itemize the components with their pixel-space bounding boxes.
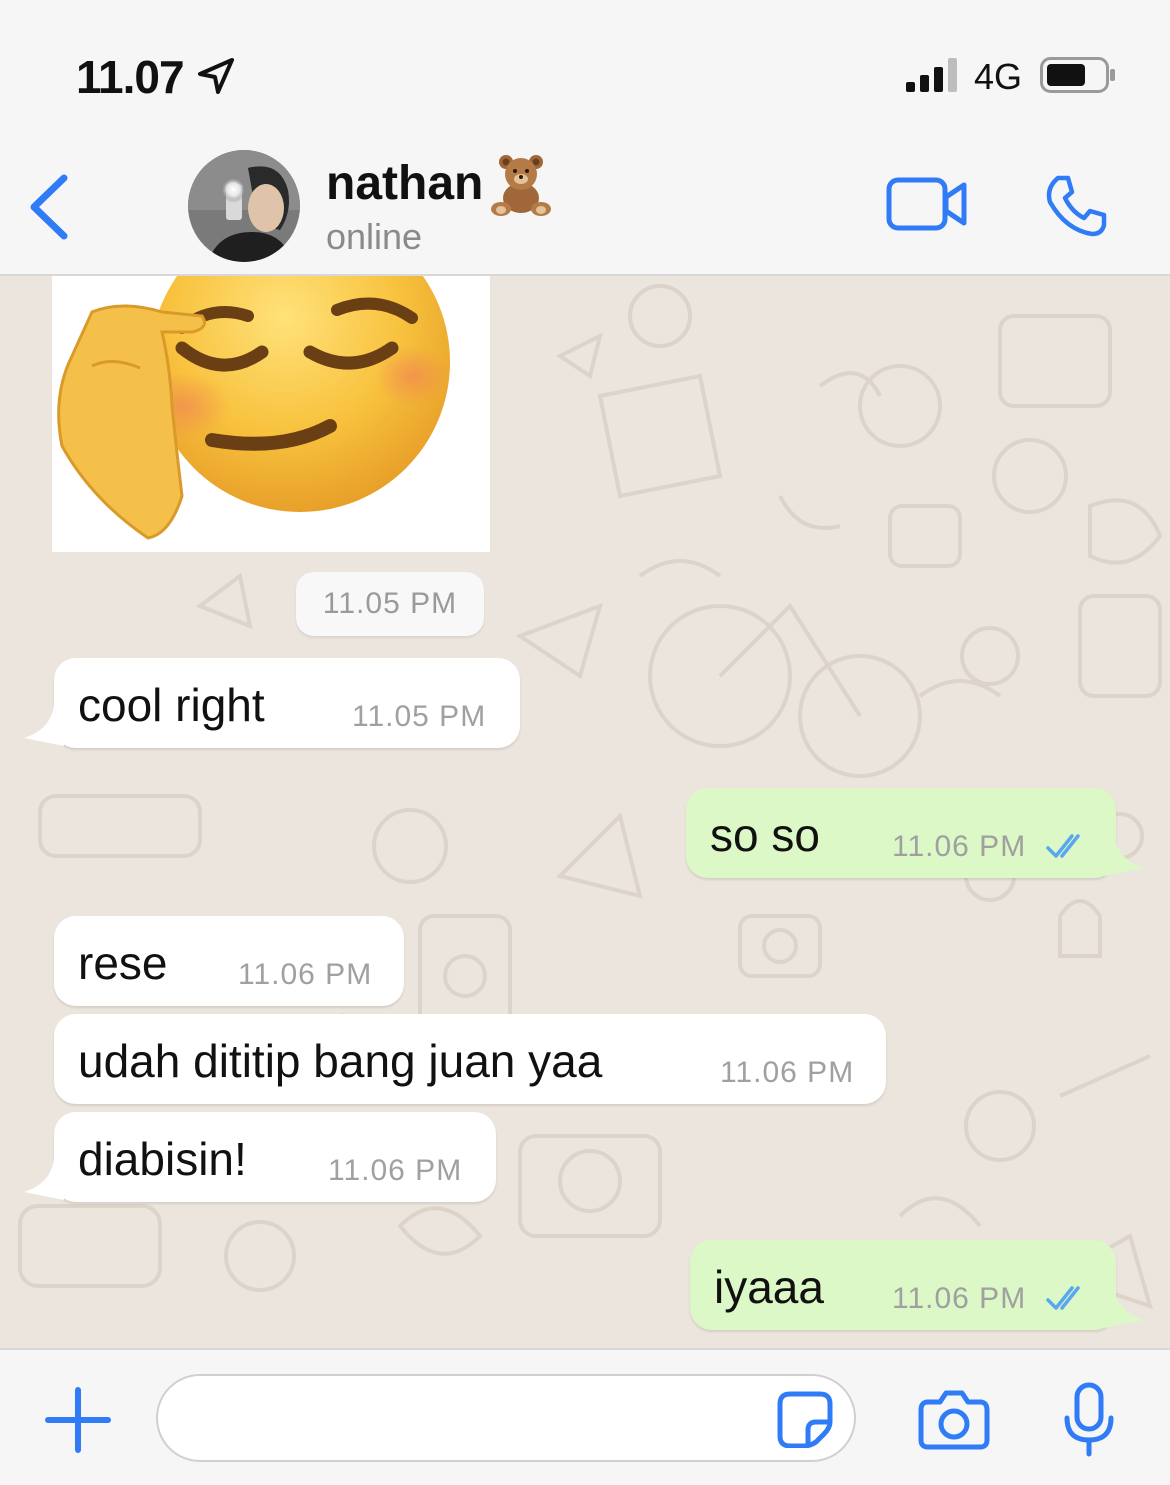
message-timestamp: 11.06 PM <box>238 958 373 991</box>
microphone-icon[interactable] <box>1062 1382 1116 1458</box>
video-call-icon[interactable] <box>886 176 968 232</box>
double-check-read-icon <box>1046 834 1080 858</box>
phone-call-icon[interactable] <box>1044 174 1108 238</box>
teddy-bear-icon <box>491 155 551 216</box>
sticker-icon[interactable] <box>776 1390 834 1448</box>
location-arrow-icon <box>198 58 234 94</box>
double-check-read-icon <box>1046 1286 1080 1310</box>
message-text: rese <box>78 937 168 989</box>
date-separator: 11.05 PM <box>296 572 484 636</box>
message-text: udah dititip bang juan yaa <box>78 1035 603 1087</box>
chat-area[interactable]: 11.05 PM cool right 11.05 PM so so 11.06… <box>0 276 1170 1348</box>
message-timestamp: 11.06 PM <box>892 830 1027 863</box>
message-text: so so <box>710 809 820 861</box>
bubble-tail <box>24 1160 64 1200</box>
bubble-tail <box>1104 836 1144 876</box>
battery-icon <box>1040 57 1115 93</box>
message-timestamp: 11.06 PM <box>892 1282 1027 1315</box>
incoming-message-bubble[interactable]: rese 11.06 PM <box>54 916 404 1006</box>
outgoing-message-bubble[interactable]: iyaaa 11.06 PM <box>690 1240 1116 1330</box>
message-timestamp: 11.06 PM <box>328 1154 463 1187</box>
bubble-tail <box>1104 1288 1144 1328</box>
message-input[interactable] <box>156 1374 856 1462</box>
signal-strength-icon <box>906 58 957 92</box>
network-type: 4G <box>974 56 1023 97</box>
message-timestamp: 11.06 PM <box>720 1056 855 1089</box>
message-text: diabisin! <box>78 1133 247 1185</box>
sticker-image[interactable] <box>52 276 490 552</box>
back-chevron-icon[interactable] <box>26 172 74 242</box>
message-text: iyaaa <box>714 1261 824 1313</box>
status-time: 11.07 <box>76 51 185 103</box>
incoming-message-bubble[interactable]: cool right 11.05 PM <box>54 658 520 748</box>
contact-avatar[interactable] <box>188 150 300 262</box>
contact-name[interactable]: nathan <box>326 156 483 211</box>
relieved-face-emoji <box>57 276 450 540</box>
message-timestamp: 11.05 PM <box>352 700 487 733</box>
message-text: cool right <box>78 679 265 731</box>
camera-icon[interactable] <box>918 1388 990 1450</box>
outgoing-message-bubble[interactable]: so so 11.06 PM <box>686 788 1116 878</box>
message-input-bar <box>0 1348 1170 1485</box>
incoming-message-bubble[interactable]: diabisin! 11.06 PM <box>54 1112 496 1202</box>
status-bar: 11.07 4G <box>0 0 1170 130</box>
bubble-tail <box>24 706 64 746</box>
contact-online-status: online <box>326 216 423 257</box>
chat-header: nathan online <box>0 130 1170 276</box>
plus-attach-icon[interactable] <box>44 1386 112 1454</box>
incoming-message-bubble[interactable]: udah dititip bang juan yaa 11.06 PM <box>54 1014 886 1104</box>
